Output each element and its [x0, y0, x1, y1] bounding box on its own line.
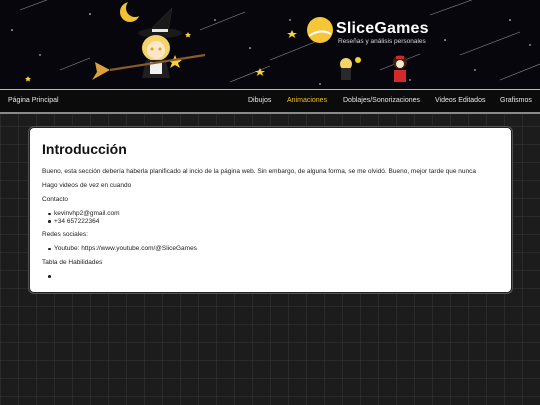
banner-artwork: [11, 0, 540, 85]
page-title: Introducción: [42, 141, 127, 157]
nav-item-videos-editados[interactable]: Videos Editados: [435, 97, 485, 104]
nav-item-dibujos[interactable]: Dibujos: [248, 97, 271, 104]
brand-tagline: Reseñas y análisis personales: [338, 38, 426, 45]
videos-note: Hago videos de vez en cuando: [42, 182, 132, 189]
contact-email[interactable]: kevinvhp2@gmail.com: [48, 210, 499, 218]
header-banner: SliceGames Reseñas y análisis personales: [0, 0, 540, 89]
intro-paragraph: Bueno, esta sección debería haberla plan…: [42, 168, 476, 175]
contact-phone: +34 657222364: [48, 218, 499, 226]
social-list: Youtube: https://www.youtube.com/@SliceG…: [48, 245, 499, 253]
nav-item-grafismos[interactable]: Grafismos: [500, 97, 532, 104]
nav-item-animaciones[interactable]: Animaciones: [287, 97, 327, 104]
intro-card: Introducción Bueno, esta sección debería…: [29, 127, 512, 293]
social-heading: Redes sociales:: [42, 231, 88, 238]
nav-item-doblajes[interactable]: Doblajes/Sonorizaciones: [343, 97, 420, 104]
skills-heading: Tabla de Habilidades: [42, 258, 103, 266]
contact-list: kevinvhp2@gmail.com +34 657222364: [48, 210, 499, 225]
main-nav: Página Principal Dibujos Animaciones Dob…: [0, 89, 540, 114]
brand-name: SliceGames: [336, 20, 429, 37]
nav-home-link[interactable]: Página Principal: [8, 97, 59, 104]
social-youtube[interactable]: Youtube: https://www.youtube.com/@SliceG…: [48, 245, 499, 253]
contact-heading: Contacto: [42, 196, 69, 203]
